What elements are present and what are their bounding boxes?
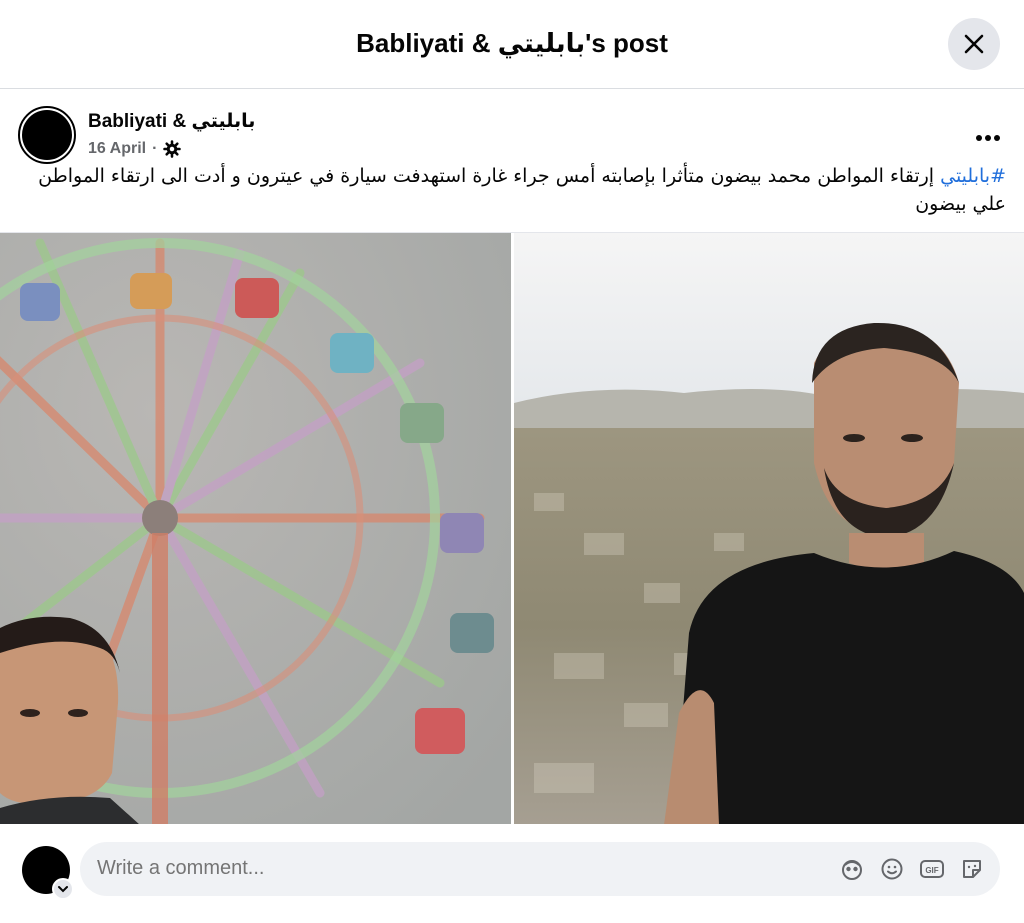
- post-date[interactable]: 16 April: [88, 140, 146, 158]
- gif-icon: GIF: [920, 860, 944, 878]
- more-options-button[interactable]: [970, 120, 1006, 156]
- comment-bar: GIF: [0, 824, 1024, 923]
- close-button[interactable]: [948, 18, 1000, 70]
- emoji-button[interactable]: [878, 855, 906, 883]
- comment-input-container: GIF: [80, 842, 1000, 896]
- author-name[interactable]: Babliyati & بابليتي: [88, 110, 255, 133]
- svg-text:GIF: GIF: [925, 866, 938, 875]
- chevron-down-icon: [58, 886, 68, 893]
- sticker-icon: [963, 860, 981, 878]
- profile-switcher-button[interactable]: [52, 878, 74, 900]
- comment-input[interactable]: [97, 857, 797, 880]
- avatar-sticker-icon: [842, 860, 862, 880]
- page-avatar[interactable]: [18, 106, 76, 164]
- post-meta: 16 April ·: [88, 140, 182, 158]
- post-photos: [0, 232, 1024, 824]
- post-text: إرتقاء المواطن محمد بيضون متأثرا بإصابته…: [38, 165, 1006, 215]
- avatar-sticker-button[interactable]: [838, 855, 866, 883]
- close-icon: [964, 34, 984, 54]
- sticker-button[interactable]: [958, 855, 986, 883]
- gif-button[interactable]: GIF: [918, 855, 946, 883]
- dialog-title: Babliyati & بابليتي's post: [356, 28, 668, 58]
- more-icon: [976, 135, 1000, 141]
- post-body: #بابليتي إرتقاء المواطن محمد بيضون متأثر…: [18, 162, 1006, 218]
- photo-man-portrait[interactable]: [514, 233, 1024, 824]
- gear-icon[interactable]: [163, 140, 182, 158]
- meta-separator: ·: [152, 140, 158, 157]
- hashtag-link[interactable]: #بابليتي: [940, 165, 1006, 187]
- post-header: Babliyati & بابليتي 16 April ·: [18, 106, 1006, 166]
- comment-toolbar: GIF: [838, 855, 986, 883]
- post-dialog-header: Babliyati & بابليتي's post: [0, 0, 1024, 89]
- photo-ferris-wheel[interactable]: [0, 233, 511, 824]
- emoji-icon: [881, 858, 903, 880]
